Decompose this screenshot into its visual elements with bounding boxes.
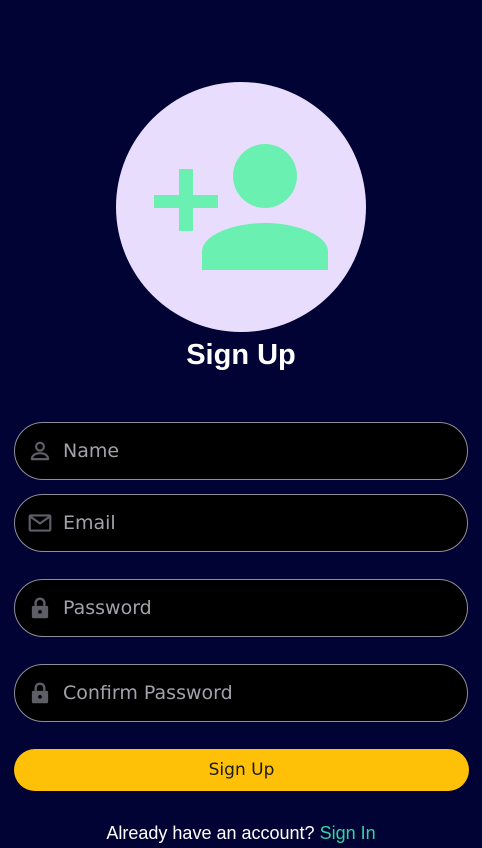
sign-up-button[interactable]: Sign Up (14, 749, 469, 791)
sign-in-link[interactable]: Sign In (320, 823, 376, 843)
name-input[interactable] (63, 423, 453, 479)
lock-icon (31, 682, 49, 704)
page-title: Sign Up (186, 339, 296, 371)
mail-icon (28, 514, 52, 532)
password-field[interactable] (14, 579, 468, 637)
person-icon (30, 441, 50, 461)
confirm-password-field[interactable] (14, 664, 468, 722)
sign-in-prompt: Already have an account? Sign In (0, 820, 482, 846)
email-input[interactable] (63, 495, 453, 551)
add-person-icon (154, 144, 328, 270)
sign-in-prompt-text: Already have an account? (106, 823, 315, 843)
password-input[interactable] (63, 580, 453, 636)
email-field[interactable] (14, 494, 468, 552)
confirm-password-input[interactable] (63, 665, 453, 721)
lock-icon (31, 597, 49, 619)
sign-up-avatar (116, 82, 366, 332)
name-field[interactable] (14, 422, 468, 480)
